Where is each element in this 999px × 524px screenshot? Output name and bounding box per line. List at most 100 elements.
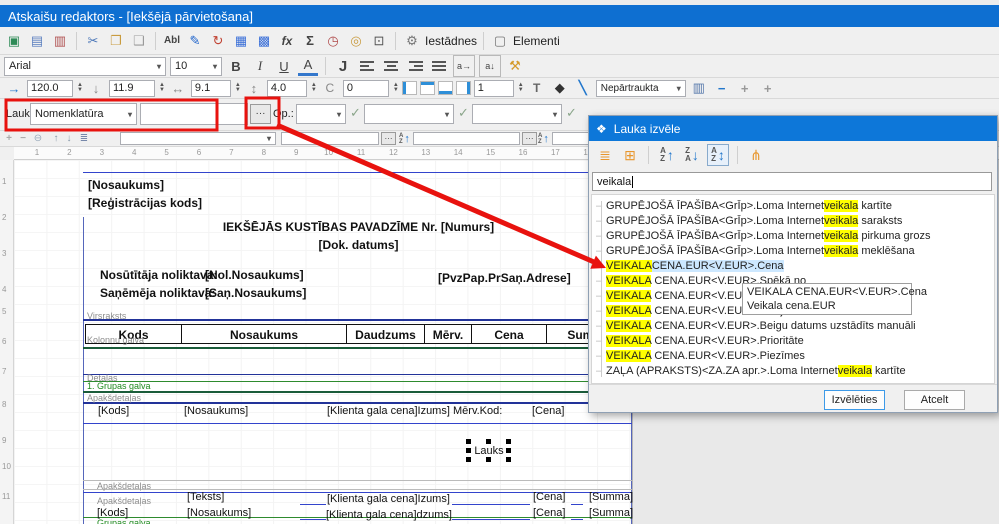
report-field[interactable]: [Reģistrācijas kods]	[88, 196, 202, 210]
table-header-cell[interactable]: Mērv.	[425, 324, 472, 344]
label-tool-button[interactable]: Abl	[162, 31, 182, 51]
tree-filter-icon[interactable]: ⋔	[746, 145, 766, 165]
wrench-settings-button[interactable]: ⚒	[505, 56, 525, 76]
sort-field-input-1[interactable]	[281, 132, 379, 145]
field-expression-input[interactable]	[140, 103, 248, 125]
report-field[interactable]: [Klienta gala cena]dzums]	[326, 509, 452, 521]
justify-mode-button[interactable]: J	[333, 56, 353, 76]
height-spinner[interactable]: ▲▼	[311, 83, 317, 93]
remove-button[interactable]: −	[16, 132, 30, 145]
image-tool-button[interactable]: ▦	[231, 31, 251, 51]
selection-handle[interactable]	[486, 439, 491, 444]
field-item[interactable]: –ZAĻA (APRAKSTS)<ZA.ZA apr.>.Loma Intern…	[592, 363, 994, 378]
report-field[interactable]: [Nosaukums]	[187, 507, 251, 519]
sort-field-input-2[interactable]	[413, 132, 520, 145]
sort-picker-button-1[interactable]: ···	[381, 132, 396, 145]
lookup-tool-button[interactable]: ◎	[346, 31, 366, 51]
table-header-cell[interactable]: Nosaukums	[182, 324, 347, 344]
selection-handle[interactable]	[506, 457, 511, 462]
text-color-button[interactable]: T	[527, 78, 547, 98]
printable-toggle-button[interactable]: ▥	[689, 78, 709, 98]
selection-handle[interactable]	[506, 448, 511, 453]
align-justify-button[interactable]	[429, 56, 449, 76]
op-check-3[interactable]: ✓	[566, 105, 577, 121]
report-field[interactable]: Grupas galva	[97, 518, 151, 524]
zoom-in-button[interactable]: +	[735, 78, 755, 98]
report-field[interactable]: [Klienta gala cena]Izums]	[327, 493, 450, 505]
font-color-button[interactable]: A	[298, 57, 318, 76]
group-list-icon[interactable]: ≣	[77, 132, 91, 145]
report-field[interactable]: [Cena]	[532, 405, 564, 417]
elements-button[interactable]: Elementi	[513, 34, 560, 48]
datetime-field-button[interactable]: ◷	[323, 31, 343, 51]
height-input[interactable]: 4.0	[267, 80, 307, 97]
y-position-input[interactable]: 11.9	[109, 80, 155, 97]
selection-handle[interactable]	[466, 457, 471, 462]
op-check-2[interactable]: ✓	[458, 105, 469, 121]
report-field[interactable]: Mērv.Kod:	[453, 405, 502, 417]
function-tool-button[interactable]: fx	[277, 31, 297, 51]
add-button[interactable]: +	[2, 132, 16, 145]
border-width-spinner[interactable]: ▲▼	[518, 83, 524, 93]
sort-picker-button-2[interactable]: ···	[522, 132, 537, 145]
report-field[interactable]: Apakšdetaļas	[97, 496, 151, 506]
field-item[interactable]: –GRUPĒJOŠĀ ĪPAŠĪBA<GrĪp>.Loma Internetve…	[592, 198, 994, 213]
rotation-input[interactable]: 0	[343, 80, 389, 97]
font-family-select[interactable]: Arial ▾	[4, 57, 166, 76]
table-header-cell[interactable]: Cena	[472, 324, 547, 344]
report-field[interactable]: [Summa]	[589, 491, 633, 503]
sort-ascending-icon[interactable]: AZ↑	[657, 145, 677, 165]
report-field[interactable]: [PvzPap.PrSaņ.Adrese]	[438, 271, 571, 285]
report-field[interactable]: [Nol.Nosaukums]	[205, 268, 304, 282]
image-layer-tool-button[interactable]: ▩	[254, 31, 274, 51]
rotate-tool-button[interactable]: ↻	[208, 31, 228, 51]
sort-descending-icon[interactable]: ZA↓	[682, 145, 702, 165]
sort-direction-icon-2[interactable]: AZ↑	[538, 133, 549, 145]
x-position-input[interactable]: 120.0	[27, 80, 73, 97]
font-size-select[interactable]: 10 ▾	[170, 57, 222, 76]
report-field[interactable]: [Dok. datums]	[85, 238, 632, 252]
selection-handle[interactable]	[506, 439, 511, 444]
field-item[interactable]: –GRUPĒJOŠĀ ĪPAŠĪBA<GrĪp>.Loma Internetve…	[592, 228, 994, 243]
report-field[interactable]: Saņēmēja noliktava:	[100, 286, 215, 300]
wrap-down-button[interactable]: a↓	[479, 55, 501, 77]
report-field[interactable]: Kolonnu galva	[87, 335, 144, 345]
report-field[interactable]: IEKŠĒJĀS KUSTĪBAS PAVADZĪME Nr. [Numurs]	[85, 220, 632, 234]
sort-direction-icon-1[interactable]: AZ↑	[399, 133, 410, 145]
border-width-input[interactable]: 1	[474, 80, 514, 97]
report-field[interactable]: [Cena]	[533, 507, 565, 519]
field-item[interactable]: –GRUPĒJOŠĀ ĪPAŠĪBA<GrĪp>.Loma Internetve…	[592, 243, 994, 258]
move-up-button[interactable]: ↑	[49, 132, 63, 145]
cancel-button[interactable]: Atcelt	[904, 390, 965, 410]
border-bottom-button[interactable]	[438, 81, 453, 95]
field-item[interactable]: –VEIKALA CENA.EUR<V.EUR>.Beigu datums uz…	[592, 318, 994, 333]
report-field[interactable]: [Nosaukums]	[184, 405, 248, 417]
group-select[interactable]: ▾	[120, 132, 276, 145]
print-button[interactable]: ▥	[50, 31, 70, 51]
db-remove-icon[interactable]: ⊖	[31, 132, 45, 145]
field-item[interactable]: –VEIKALA CENA.EUR<V.EUR>.Cena	[592, 258, 994, 273]
op-select-2[interactable]: ▾	[364, 104, 454, 124]
report-field[interactable]: Apakšdetaļas	[87, 393, 141, 403]
save-button[interactable]: ▣	[4, 31, 24, 51]
text-edit-tool-button[interactable]: ✎	[185, 31, 205, 51]
report-field[interactable]: [Cena]	[533, 491, 565, 503]
field-search-input[interactable]: veikala	[592, 172, 992, 191]
selection-tool-button[interactable]: ⊡	[369, 31, 389, 51]
report-field[interactable]: 1. Grupas galva	[87, 381, 151, 391]
y-spinner[interactable]: ▲▼	[159, 83, 165, 93]
sum-tool-button[interactable]: Σ	[300, 31, 320, 51]
report-field[interactable]: [Nosaukums]	[88, 178, 164, 192]
report-field[interactable]: [Klienta gala cena]Izums]	[327, 405, 450, 417]
copy-button[interactable]: ❐	[106, 31, 126, 51]
zoom-in-button-2[interactable]: +	[758, 78, 778, 98]
move-down-button[interactable]: ↓	[62, 132, 76, 145]
field-type-select[interactable]: Nomenklatūra ▾	[30, 103, 137, 125]
bold-button[interactable]: B	[226, 56, 246, 76]
italic-button[interactable]: I	[250, 56, 270, 76]
underline-button[interactable]: U	[274, 56, 294, 76]
report-field[interactable]: Nosūtītāja noliktava:	[100, 268, 217, 282]
op-check-1[interactable]: ✓	[350, 105, 361, 121]
op-select-3[interactable]: ▾	[472, 104, 562, 124]
select-button[interactable]: Izvēlēties	[824, 390, 885, 410]
